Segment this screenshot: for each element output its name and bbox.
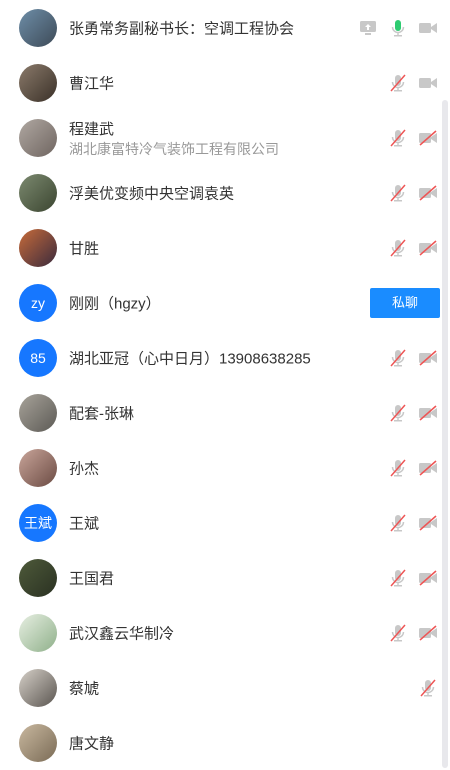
- participant-controls: [388, 183, 438, 203]
- share-screen-icon[interactable]: [358, 18, 378, 38]
- participant-row[interactable]: 张勇常务副秘书长：空调工程协会: [0, 0, 450, 55]
- avatar: [19, 558, 57, 597]
- avatar: [19, 63, 57, 102]
- participant-controls: [418, 678, 438, 698]
- participant-controls: [388, 623, 438, 643]
- avatar: [19, 668, 57, 707]
- avatar: [19, 118, 57, 157]
- mic-off-icon[interactable]: [418, 678, 438, 698]
- participant-controls: [388, 73, 438, 93]
- participant-name: 唐文静: [69, 735, 115, 752]
- participant-name: 曹江华: [69, 75, 115, 92]
- mic-off-icon[interactable]: [388, 458, 408, 478]
- participant-name: 配套-张琳: [69, 405, 134, 422]
- participant-row[interactable]: 王国君: [0, 550, 450, 605]
- participant-row[interactable]: 配套-张琳: [0, 385, 450, 440]
- video-off-icon[interactable]: [418, 458, 438, 478]
- participant-row[interactable]: 甘胜: [0, 220, 450, 275]
- participant-controls: [388, 513, 438, 533]
- participant-name: 刚刚（hgzy）: [69, 295, 161, 312]
- scrollbar[interactable]: [442, 100, 448, 768]
- participant-row[interactable]: 唐文静: [0, 715, 450, 770]
- video-off-icon[interactable]: [418, 403, 438, 423]
- mic-off-icon[interactable]: [388, 513, 408, 533]
- avatar: 王斌: [19, 503, 57, 542]
- participant-row[interactable]: 曹江华: [0, 55, 450, 110]
- participant-name: 程建武: [69, 121, 115, 138]
- avatar: [19, 393, 57, 432]
- video-icon[interactable]: [418, 73, 438, 93]
- participant-name: 王斌: [69, 515, 100, 532]
- mic-off-icon[interactable]: [388, 128, 408, 148]
- video-off-icon[interactable]: [418, 348, 438, 368]
- participant-controls: [358, 18, 438, 38]
- participant-name: 浮美优变频中央空调袁英: [69, 185, 235, 202]
- avatar: 85: [19, 338, 57, 377]
- participant-controls: [388, 348, 438, 368]
- video-off-icon[interactable]: [418, 513, 438, 533]
- participant-list: 张勇常务副秘书长：空调工程协会 曹江华程建武湖北康富特冷气装饰工程有限公司 浮美优变…: [0, 0, 450, 770]
- video-icon[interactable]: [418, 18, 438, 38]
- participant-company: 湖北康富特冷气装饰工程有限公司: [69, 141, 279, 157]
- participant-name: 甘胜: [69, 240, 100, 257]
- private-chat-button[interactable]: 私聊: [370, 287, 440, 318]
- avatar: [19, 173, 57, 212]
- avatar: [19, 613, 57, 652]
- participant-row[interactable]: 85 湖北亚冠（心中日月）13908638285: [0, 330, 450, 385]
- participant-row[interactable]: 武汉鑫云华制冷: [0, 605, 450, 660]
- video-off-icon[interactable]: [418, 183, 438, 203]
- participant-row[interactable]: 王斌 王斌: [0, 495, 450, 550]
- mic-off-icon[interactable]: [388, 348, 408, 368]
- video-off-icon[interactable]: [418, 568, 438, 588]
- participant-name: 孙杰: [69, 460, 100, 477]
- avatar: [19, 228, 57, 267]
- mic-off-icon[interactable]: [388, 73, 408, 93]
- participant-name: 张勇常务副秘书长：空调工程协会: [69, 20, 295, 37]
- video-off-icon[interactable]: [418, 623, 438, 643]
- avatar: zy: [19, 283, 57, 322]
- participant-controls: [388, 458, 438, 478]
- mic-off-icon[interactable]: [388, 623, 408, 643]
- participant-name: 湖北亚冠（心中日月）13908638285: [69, 350, 311, 367]
- participant-row[interactable]: 孙杰: [0, 440, 450, 495]
- mic-off-icon[interactable]: [388, 238, 408, 258]
- mic-off-icon[interactable]: [388, 568, 408, 588]
- participant-row[interactable]: 浮美优变频中央空调袁英: [0, 165, 450, 220]
- participant-row[interactable]: 蔡虓: [0, 660, 450, 715]
- avatar: [19, 448, 57, 487]
- participant-name: 武汉鑫云华制冷: [69, 625, 175, 642]
- participant-name: 蔡虓: [69, 680, 100, 697]
- video-off-icon[interactable]: [418, 128, 438, 148]
- avatar: [19, 723, 57, 762]
- participant-row[interactable]: 程建武湖北康富特冷气装饰工程有限公司: [0, 110, 450, 165]
- participant-controls: [388, 568, 438, 588]
- participant-controls: [388, 238, 438, 258]
- participant-controls: [388, 403, 438, 423]
- video-off-icon[interactable]: [418, 238, 438, 258]
- mic-active-icon[interactable]: [388, 18, 408, 38]
- participant-controls: [388, 128, 438, 148]
- avatar: [19, 8, 57, 47]
- mic-off-icon[interactable]: [388, 403, 408, 423]
- participant-name: 王国君: [69, 570, 115, 587]
- participant-row[interactable]: zy 刚刚（hgzy） 私聊: [0, 275, 450, 330]
- mic-off-icon[interactable]: [388, 183, 408, 203]
